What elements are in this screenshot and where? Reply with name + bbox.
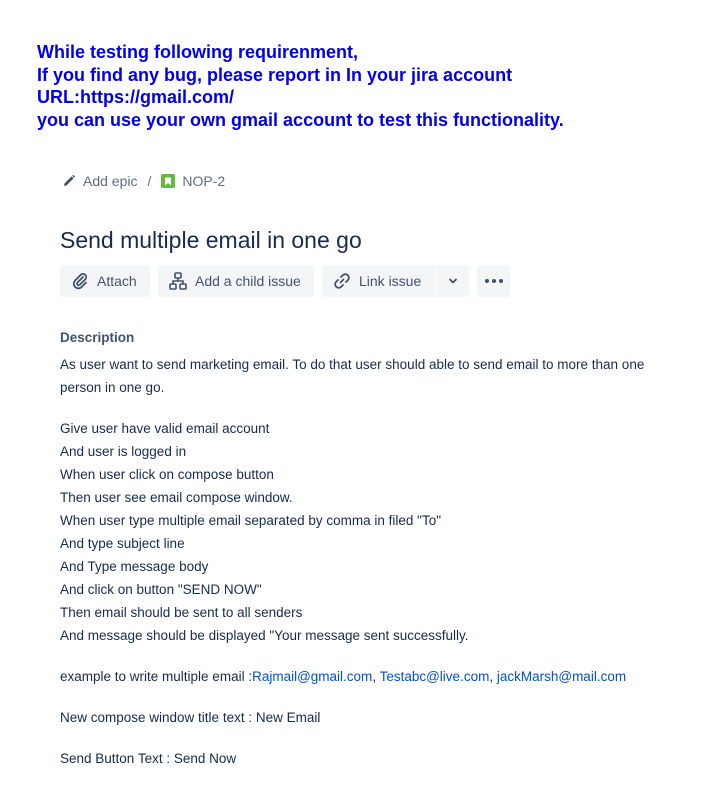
window-title-line: New compose window title text : New Emai…: [60, 710, 321, 725]
description-step: When user type multiple email separated …: [60, 513, 442, 528]
description-intro-line: As user want to send marketing email. To…: [60, 357, 645, 372]
email-link[interactable]: Rajmail@gmail.com: [252, 669, 372, 684]
more-icon: [484, 278, 504, 284]
attach-button[interactable]: Attach: [60, 265, 150, 297]
description-step: And click on button "SEND NOW": [60, 582, 262, 597]
description-step: Then user see email compose window.: [60, 490, 293, 505]
add-child-issue-label: Add a child issue: [195, 273, 301, 289]
issue-key-link[interactable]: NOP-2: [161, 173, 225, 189]
issue-toolbar: Attach Add a child issue Link issue: [60, 265, 510, 297]
description-step: When user click on compose button: [60, 467, 274, 482]
description-step: And user is logged in: [60, 444, 187, 459]
email-link[interactable]: Testabc@live.com: [380, 669, 490, 684]
description-step: And type subject line: [60, 536, 185, 551]
example-emails-line: example to write multiple email :Rajmail…: [60, 665, 680, 688]
description-heading: Description: [60, 330, 135, 345]
description-body[interactable]: As user want to send marketing email. To…: [60, 353, 680, 770]
instruction-line: URL:https://gmail.com/: [37, 87, 234, 107]
link-issue-group: Link issue: [322, 265, 469, 297]
paperclip-icon: [70, 271, 97, 291]
description-step: And message should be displayed "Your me…: [60, 628, 469, 643]
breadcrumb: Add epic / NOP-2: [62, 171, 225, 191]
description-step: Then email should be sent to all senders: [60, 605, 303, 620]
more-actions-button[interactable]: [477, 265, 510, 297]
pencil-icon: [62, 174, 76, 188]
description-step: Give user have valid email account: [60, 421, 270, 436]
breadcrumb-separator: /: [147, 173, 152, 189]
add-child-issue-button[interactable]: Add a child issue: [158, 265, 314, 297]
example-prefix: example to write multiple email :: [60, 669, 253, 684]
instruction-line: you can use your own gmail account to te…: [37, 109, 564, 130]
issue-key-label: NOP-2: [182, 173, 226, 189]
instruction-line: If you find any bug, please report in In…: [37, 64, 513, 85]
add-epic-label: Add epic: [83, 173, 138, 189]
story-icon: [161, 174, 176, 188]
email-separator: ,: [489, 669, 497, 684]
email-link[interactable]: jackMarsh@mail.com: [497, 669, 626, 684]
issue-title[interactable]: Send multiple email in one go: [60, 227, 362, 254]
chevron-down-icon: [447, 275, 459, 287]
link-issue-dropdown-button[interactable]: [436, 265, 469, 297]
instruction-line: While testing following requirenment,: [37, 42, 359, 62]
description-step: And Type message body: [60, 559, 209, 574]
link-issue-button[interactable]: Link issue: [322, 265, 435, 297]
link-issue-label: Link issue: [359, 273, 422, 289]
testing-instructions: While testing following requirenment, If…: [37, 41, 564, 131]
link-icon: [332, 271, 359, 291]
hierarchy-icon: [168, 271, 195, 291]
add-epic-link[interactable]: Add epic: [62, 173, 137, 189]
send-button-line: Send Button Text : Send Now: [60, 751, 237, 766]
attach-label: Attach: [97, 273, 137, 289]
email-separator: ,: [372, 669, 380, 684]
description-intro-line: person in one go.: [60, 380, 165, 395]
